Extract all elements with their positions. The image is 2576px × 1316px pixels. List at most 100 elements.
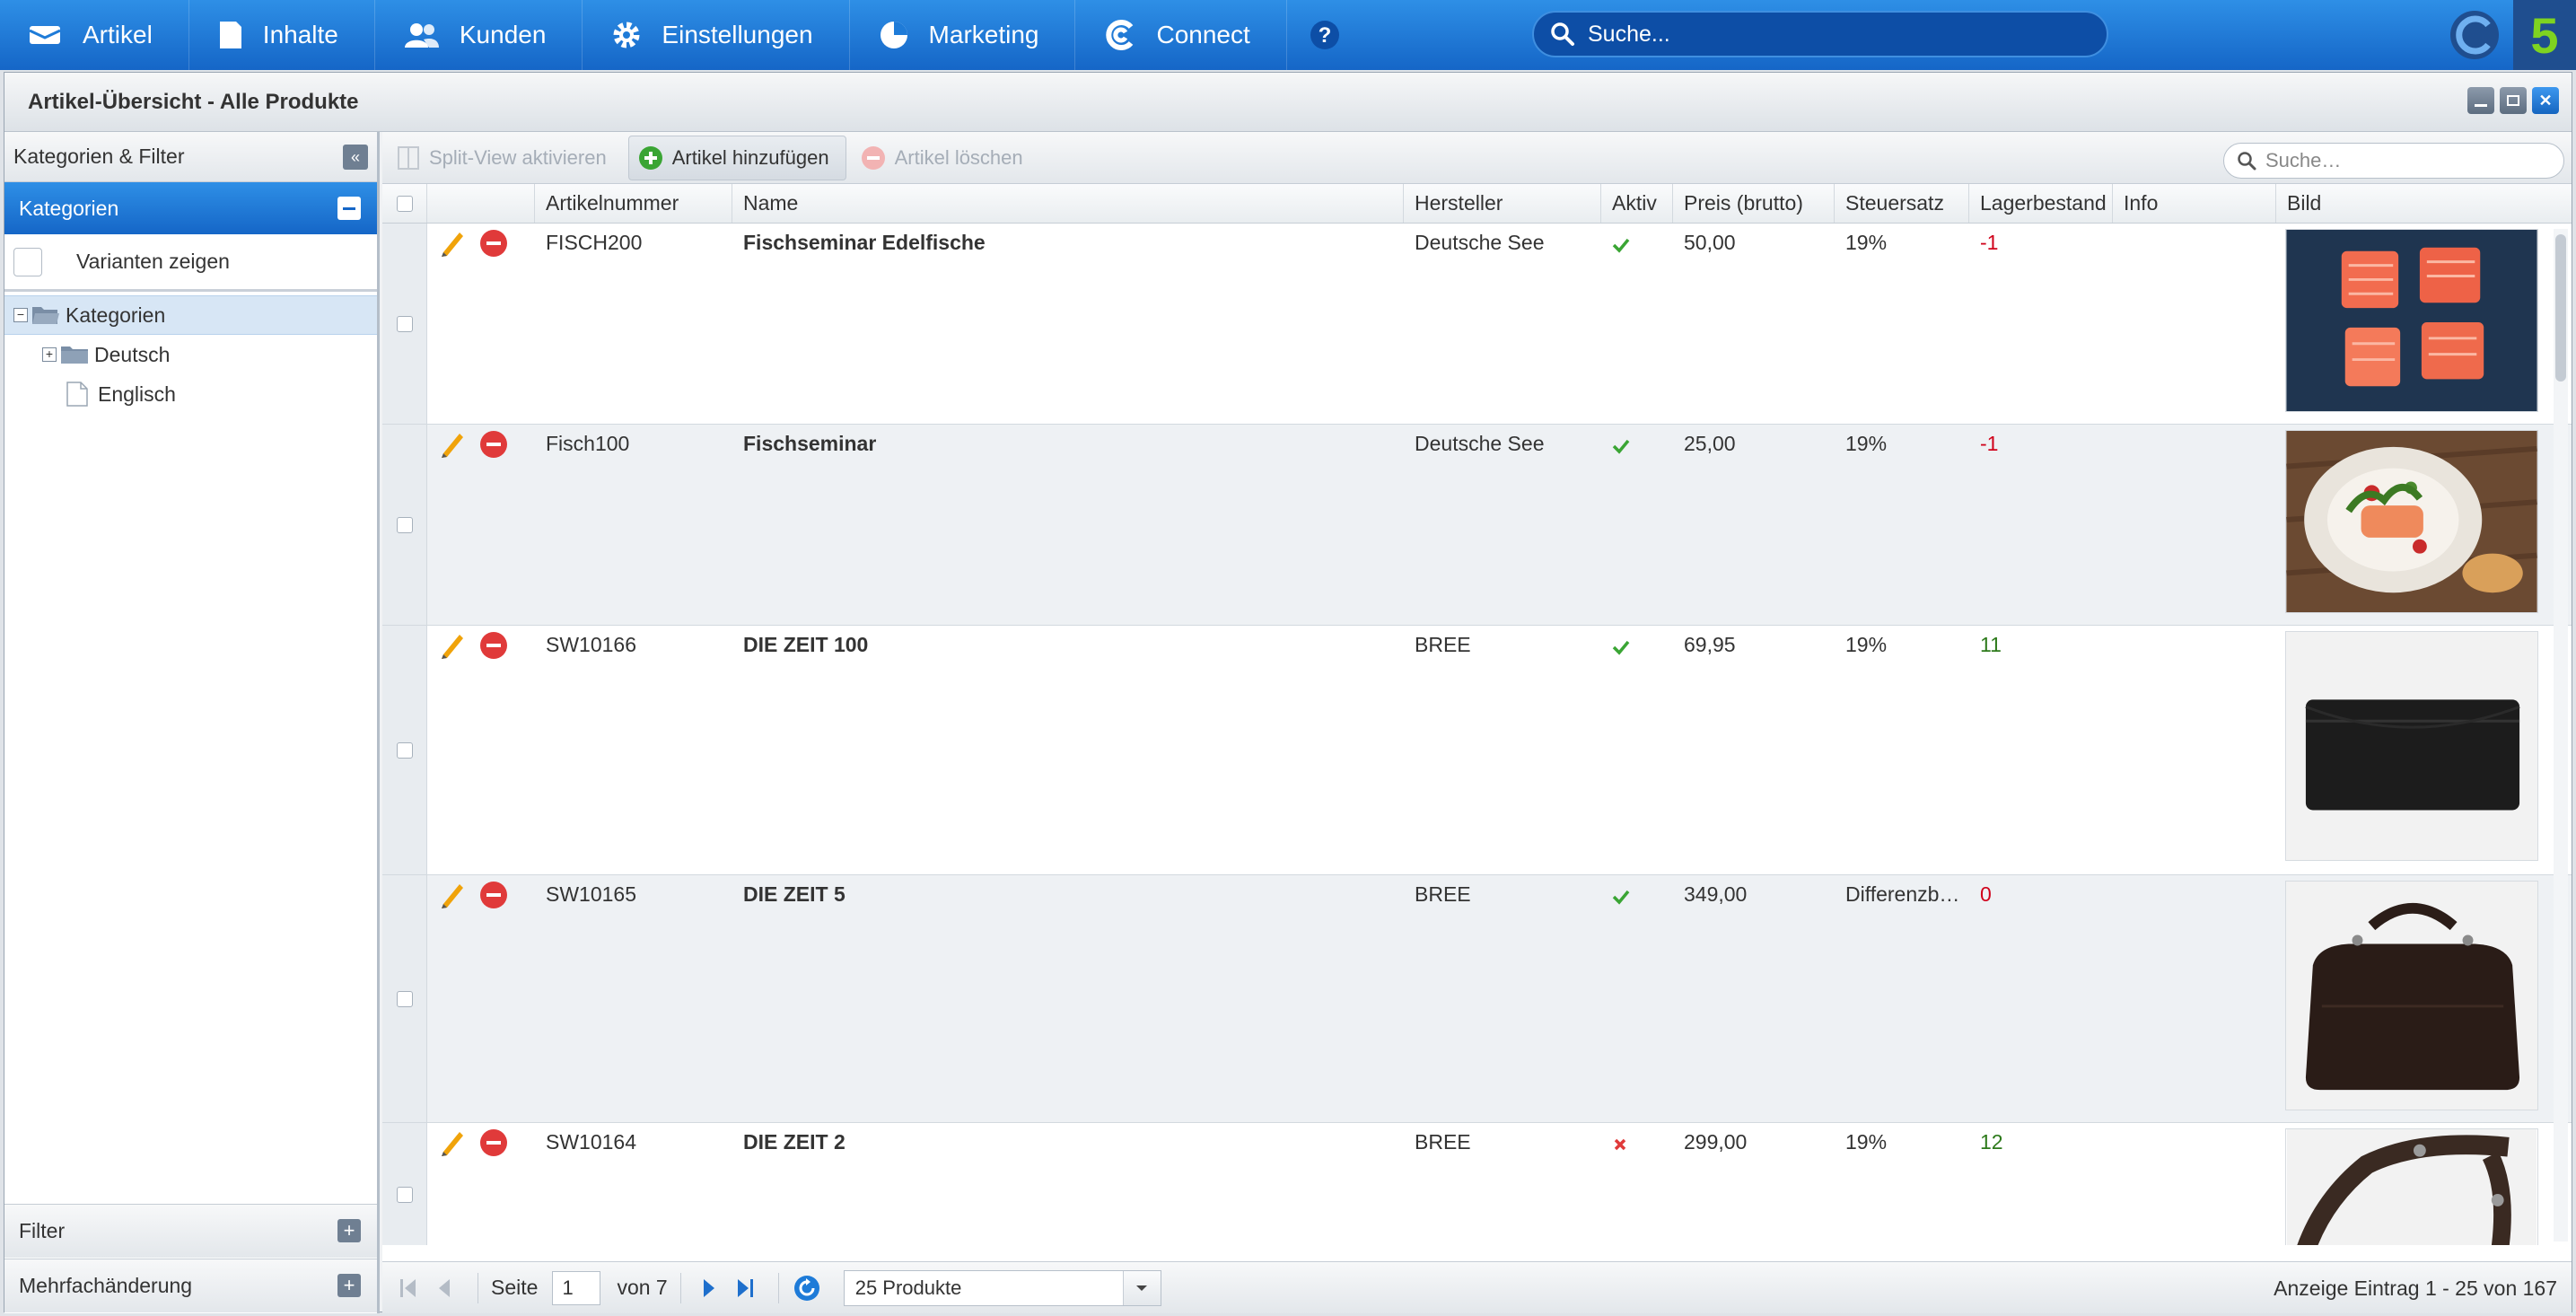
row-actions bbox=[427, 1123, 535, 1245]
column-header-price[interactable]: Preis (brutto) bbox=[1673, 184, 1835, 223]
column-header-number[interactable]: Artikelnummer bbox=[535, 184, 732, 223]
last-page-button[interactable] bbox=[730, 1270, 760, 1306]
column-header-image[interactable]: Bild bbox=[2276, 184, 2569, 223]
column-header-tax[interactable]: Steuersatz bbox=[1835, 184, 1969, 223]
row-select-cell[interactable] bbox=[382, 425, 427, 625]
page-number-input[interactable]: 1 bbox=[552, 1270, 601, 1305]
next-page-button[interactable] bbox=[694, 1270, 724, 1306]
first-page-button[interactable] bbox=[393, 1270, 424, 1306]
row-select-cell[interactable] bbox=[382, 626, 427, 874]
connect-logo-icon[interactable] bbox=[2449, 9, 2501, 61]
column-header-active[interactable]: Aktiv bbox=[1601, 184, 1673, 223]
expand-bulk-edit-button[interactable]: + bbox=[337, 1274, 361, 1297]
nav-help[interactable]: ? bbox=[1287, 0, 1382, 70]
pie-chart-icon bbox=[880, 22, 907, 48]
maximize-button[interactable] bbox=[2500, 87, 2527, 114]
next-page-icon bbox=[703, 1278, 714, 1297]
row-actions bbox=[427, 626, 535, 874]
row-actions bbox=[427, 224, 535, 424]
cell-tax: 19% bbox=[1845, 633, 1888, 656]
nav-kunden[interactable]: Kunden bbox=[375, 0, 583, 70]
global-search[interactable] bbox=[1532, 11, 2108, 57]
tree-node-englisch[interactable]: Englisch bbox=[4, 374, 377, 414]
bulk-edit-section[interactable]: Mehrfachänderung + bbox=[4, 1259, 377, 1312]
row-checkbox[interactable] bbox=[396, 516, 413, 533]
close-button[interactable]: ✕ bbox=[2532, 87, 2559, 114]
collapse-node-icon[interactable]: − bbox=[13, 308, 28, 322]
nav-marketing[interactable]: Marketing bbox=[850, 0, 1076, 70]
split-view-icon bbox=[398, 145, 419, 170]
nav-artikel[interactable]: Artikel bbox=[0, 0, 189, 70]
left-panel: Kategorien & Filter « Kategorien Variant… bbox=[4, 132, 380, 1313]
tree-node-root[interactable]: − Kategorien bbox=[4, 295, 377, 335]
previous-page-icon bbox=[439, 1278, 450, 1297]
first-page-icon bbox=[400, 1278, 416, 1297]
nav-inhalte[interactable]: Inhalte bbox=[189, 0, 375, 70]
minimize-button[interactable] bbox=[2467, 87, 2494, 114]
edit-pencil-icon[interactable] bbox=[438, 881, 467, 909]
column-header-stock[interactable]: Lagerbestand bbox=[1969, 184, 2113, 223]
global-search-input[interactable] bbox=[1588, 21, 2090, 48]
previous-page-button[interactable] bbox=[429, 1270, 460, 1306]
row-select-cell[interactable] bbox=[382, 224, 427, 424]
edit-pencil-icon[interactable] bbox=[438, 631, 467, 660]
column-header-manufacturer[interactable]: Hersteller bbox=[1404, 184, 1601, 223]
column-header-info[interactable]: Info bbox=[2113, 184, 2276, 223]
add-article-button[interactable]: Artikel hinzufügen bbox=[627, 135, 846, 180]
page-size-select[interactable]: 25 Produkte bbox=[843, 1269, 1161, 1306]
grid-search[interactable] bbox=[2223, 143, 2564, 179]
pager-separator bbox=[679, 1272, 681, 1303]
row-checkbox[interactable] bbox=[396, 741, 413, 759]
row-checkbox[interactable] bbox=[396, 1186, 413, 1203]
refresh-button[interactable] bbox=[792, 1270, 822, 1306]
split-view-button[interactable]: Split-View aktivieren bbox=[388, 136, 623, 180]
expand-node-icon[interactable]: + bbox=[42, 347, 57, 362]
cell-info bbox=[2113, 875, 2276, 1122]
product-thumbnail bbox=[2285, 881, 2538, 1110]
grid-scrollbar-thumb[interactable] bbox=[2555, 234, 2566, 382]
row-checkbox[interactable] bbox=[396, 990, 413, 1007]
column-header-name[interactable]: Name bbox=[732, 184, 1404, 223]
dropdown-button[interactable] bbox=[1122, 1270, 1161, 1305]
table-row[interactable]: SW10164 DIE ZEIT 2 BREE 299,00 19% 12 bbox=[382, 1123, 2572, 1245]
delete-row-icon[interactable] bbox=[479, 430, 508, 459]
expand-filter-button[interactable]: + bbox=[337, 1219, 361, 1242]
table-row[interactable]: SW10166 DIE ZEIT 100 BREE 69,95 19% 11 bbox=[382, 626, 2572, 875]
table-row[interactable]: Fisch100 Fischseminar Deutsche See 25,00… bbox=[382, 425, 2572, 626]
table-row[interactable]: FISCH200 Fischseminar Edelfische Deutsch… bbox=[382, 224, 2572, 425]
edit-pencil-icon[interactable] bbox=[438, 229, 467, 258]
folder-open-icon bbox=[32, 307, 59, 324]
top-navigation: Artikel Inhalte Kunden Einstellungen Mar… bbox=[0, 0, 2576, 70]
collapse-categories-button[interactable] bbox=[337, 197, 361, 220]
filter-section[interactable]: Filter + bbox=[4, 1204, 377, 1258]
select-all-checkbox[interactable] bbox=[396, 195, 413, 212]
nav-inhalte-label: Inhalte bbox=[262, 21, 338, 48]
cell-stock: 12 bbox=[1980, 1130, 2003, 1154]
delete-row-icon[interactable] bbox=[479, 631, 508, 660]
delete-row-icon[interactable] bbox=[479, 1128, 508, 1157]
cross-icon bbox=[1614, 1138, 1626, 1151]
last-page-icon bbox=[737, 1278, 753, 1297]
table-row[interactable]: SW10165 DIE ZEIT 5 BREE 349,00 Differenz… bbox=[382, 875, 2572, 1123]
edit-pencil-icon[interactable] bbox=[438, 430, 467, 459]
row-checkbox[interactable] bbox=[396, 315, 413, 332]
nav-connect[interactable]: Connect bbox=[1075, 0, 1287, 70]
categories-header[interactable]: Kategorien bbox=[4, 182, 377, 234]
tree-node-deutsch[interactable]: + Deutsch bbox=[4, 335, 377, 374]
variants-toggle[interactable]: Varianten zeigen bbox=[4, 234, 377, 292]
nav-einstellungen[interactable]: Einstellungen bbox=[583, 0, 850, 70]
row-select-cell[interactable] bbox=[382, 875, 427, 1122]
grid-scrollbar[interactable] bbox=[2554, 229, 2568, 1241]
row-select-cell[interactable] bbox=[382, 1123, 427, 1245]
edit-pencil-icon[interactable] bbox=[438, 1128, 467, 1157]
variants-checkbox[interactable] bbox=[13, 247, 42, 276]
delete-article-button[interactable]: Artikel löschen bbox=[852, 136, 1039, 180]
delete-row-icon[interactable] bbox=[479, 881, 508, 909]
delete-row-icon[interactable] bbox=[479, 229, 508, 258]
grid-search-input[interactable] bbox=[2265, 149, 2553, 172]
brand-logo[interactable]: 5 bbox=[2513, 0, 2576, 70]
collapse-panel-button[interactable]: « bbox=[343, 145, 368, 170]
window-titlebar[interactable]: Artikel-Übersicht - Alle Produkte ✕ bbox=[4, 73, 2572, 132]
paging-info: Anzeige Eintrag 1 - 25 von 167 bbox=[2274, 1277, 2557, 1300]
select-all-cell[interactable] bbox=[382, 184, 427, 223]
